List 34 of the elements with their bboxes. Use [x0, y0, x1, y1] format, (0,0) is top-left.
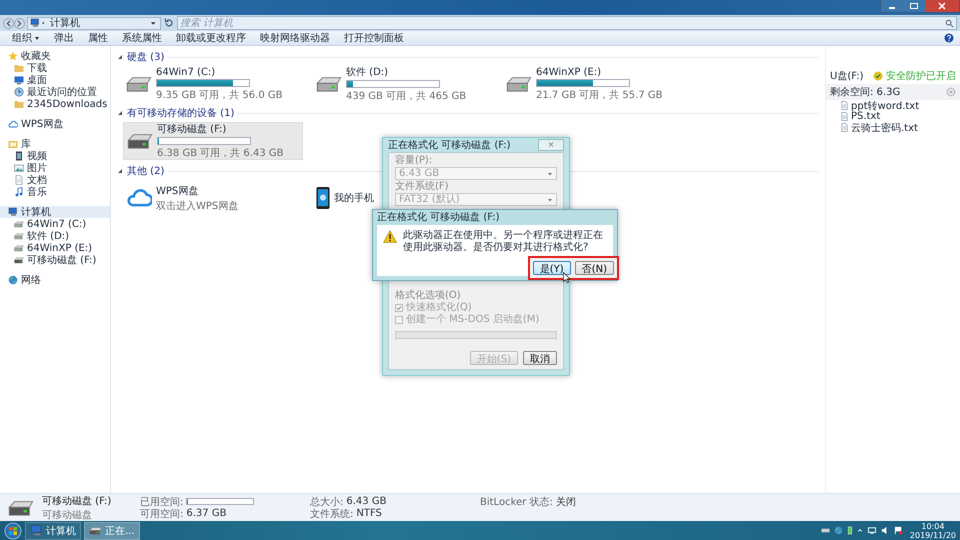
field-label: 总大小: — [310, 496, 344, 508]
item-info: 21.7 GB 可用，共 55.7 GB — [536, 88, 662, 102]
item-name: 64WinXP (E:) — [536, 66, 602, 78]
field-label: BitLocker 状态: — [480, 496, 553, 508]
dialog-message: 此驱动器正在使用中。另一个程序或进程正在使用此驱动器。是否仍要对其进行格式化? — [403, 230, 604, 254]
field-label: 已用空间: — [140, 496, 184, 508]
field-value: 关闭 — [556, 496, 576, 508]
drive-type: 可移动磁盘 — [42, 508, 93, 522]
dialog-title: 正在格式化 可移动磁盘 (F:) — [377, 210, 500, 225]
clock-time: 10:04 — [921, 522, 944, 530]
field-value: 6.43 GB — [346, 496, 386, 507]
drive-name: 可移动磁盘 (F:) — [42, 494, 112, 508]
item-name: 64Win7 (C:) — [156, 66, 216, 78]
field-value: NTFS — [356, 508, 382, 519]
item-name: WPS网盘 — [156, 184, 198, 198]
address-text: 计算机 — [50, 18, 81, 28]
field-label: 文件系统: — [310, 508, 354, 520]
free-space: 剩余空间: 6.3G — [830, 86, 902, 99]
field-label: 可用空间: — [140, 508, 184, 520]
item-name: 软件 (D:) — [346, 66, 388, 79]
item-name: 我的手机 — [334, 192, 374, 205]
item-info: 439 GB 可用，共 465 GB — [346, 90, 466, 103]
drive-label: U盘(F:) — [830, 70, 864, 83]
clock-date: 2019/11/20 — [910, 530, 956, 540]
item-name: 可移动磁盘 (F:) — [157, 123, 226, 136]
item-info: 9.35 GB 可用，共 56.0 GB — [156, 88, 282, 102]
group-label: 格式化选项(O) — [395, 290, 462, 301]
field-label: 文件系统(F) — [395, 181, 450, 192]
item-info: 6.38 GB 可用，共 6.43 GB — [157, 146, 284, 160]
dialog-title: 正在格式化 可移动磁盘 (F:) — [388, 138, 511, 152]
item-info: 双击进入WPS网盘 — [156, 200, 238, 212]
field-label: 容量(P): — [395, 155, 434, 166]
protection-status: 安全防护已开启 — [886, 70, 956, 83]
field-value: 6.37 GB — [186, 508, 226, 519]
